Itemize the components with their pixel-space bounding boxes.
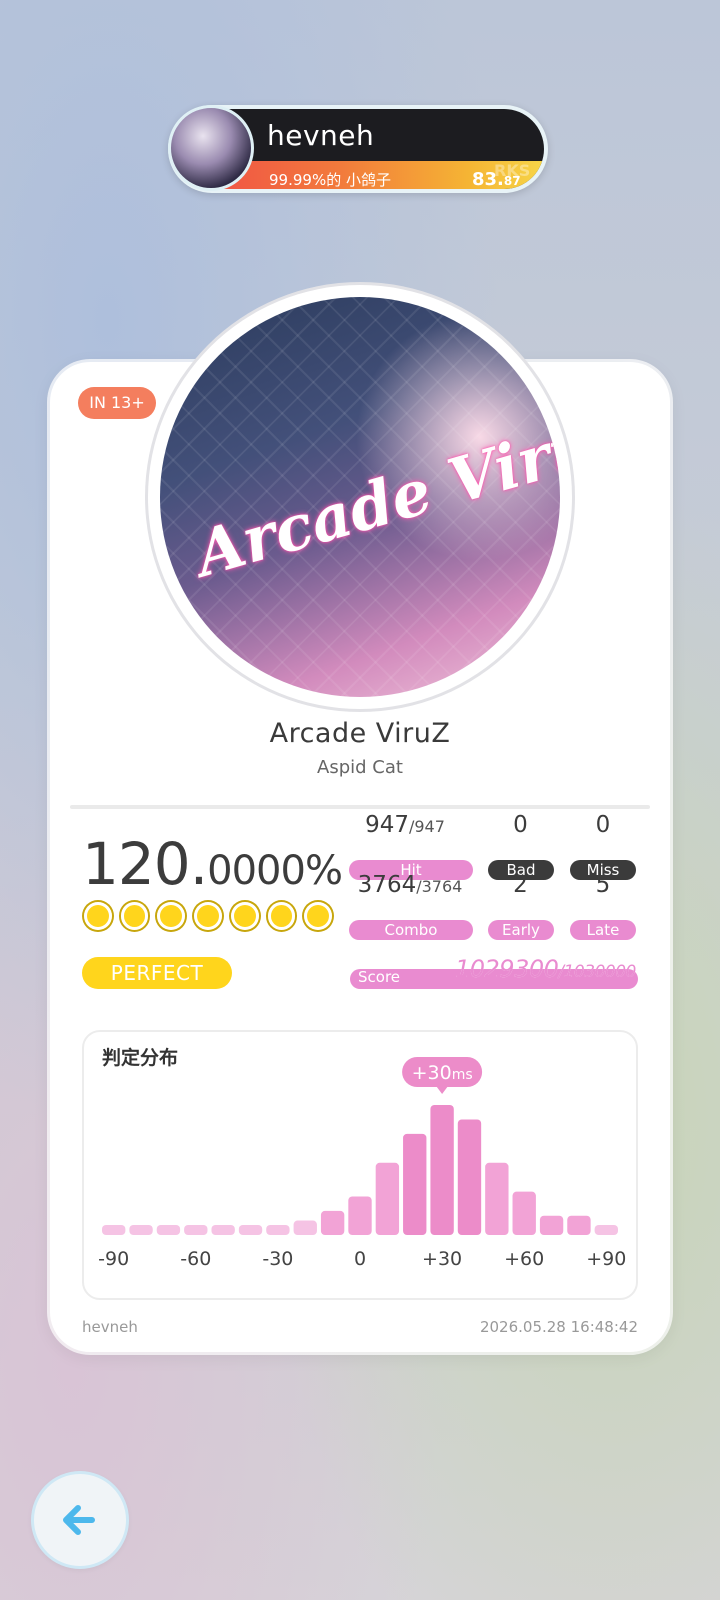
chart-bar — [184, 1225, 208, 1235]
player-card[interactable]: hevneh 99.99%的 小鸽子 RKS 83.87 — [168, 105, 548, 193]
chart-bar — [539, 1215, 564, 1235]
score-value: 1029300 — [455, 955, 559, 983]
chart-bar — [375, 1162, 400, 1235]
score: 1029300/1030000 — [455, 955, 636, 983]
late-label: Late — [570, 920, 636, 940]
hit-value: 947 — [365, 812, 409, 838]
song-artist: Aspid Cat — [317, 757, 403, 778]
chart-bar — [485, 1162, 509, 1235]
x-tick-label: 0 — [354, 1248, 366, 1270]
x-tick-label: -90 — [98, 1248, 129, 1270]
score-label: Score — [358, 968, 401, 986]
early-label: Early — [488, 920, 554, 940]
miss-count: 0 — [595, 812, 611, 838]
combo-total: /3764 — [416, 877, 463, 896]
chart-bar — [320, 1210, 345, 1235]
peak-label: +30ms — [402, 1057, 483, 1094]
late-count: 5 — [595, 872, 611, 898]
combo-value: 3764 — [357, 872, 417, 898]
x-tick-label: +60 — [504, 1248, 544, 1270]
x-tick-label: -30 — [262, 1248, 293, 1270]
avatar[interactable] — [168, 105, 254, 191]
back-button[interactable] — [34, 1474, 126, 1566]
star-icon — [157, 902, 186, 930]
level-badge: IN 13+ — [78, 387, 156, 419]
footer-timestamp: 2026.05.28 16:48:42 — [479, 1318, 638, 1336]
hit-total: /947 — [408, 817, 445, 836]
accuracy: 120.0000% — [82, 830, 343, 898]
arrow-left-icon — [63, 1505, 95, 1535]
chart-bar — [211, 1225, 235, 1235]
chart-bar — [156, 1225, 181, 1235]
x-tick-label: +30 — [422, 1248, 462, 1270]
chart-bar — [129, 1225, 153, 1235]
hit-count: 947/947 — [350, 812, 460, 838]
chart-bar — [238, 1225, 263, 1235]
peak-label-pointer — [436, 1086, 449, 1094]
chart-bar — [348, 1196, 372, 1235]
star-icon — [84, 902, 112, 930]
footer-username: hevneh — [82, 1318, 138, 1336]
star-icon — [194, 902, 222, 930]
chart-bar — [266, 1225, 290, 1235]
score-max: /1030000 — [558, 962, 636, 982]
chart-bar — [430, 1105, 454, 1235]
chart-bar — [293, 1220, 317, 1235]
song-title: Arcade ViruZ — [269, 718, 451, 749]
rks-value: 83.87 — [472, 169, 521, 189]
combo-count: 3764/3764 — [350, 872, 470, 898]
chart-bar — [102, 1225, 126, 1235]
star-icon — [304, 902, 333, 930]
bad-count: 0 — [513, 812, 528, 838]
rank-badge: PERFECT — [82, 957, 232, 989]
divider — [70, 805, 650, 809]
player-name: hevneh — [267, 119, 375, 152]
chart-bar — [403, 1133, 427, 1235]
song-cover: Arcade ViruZ — [160, 297, 560, 697]
x-tick-label: +90 — [586, 1248, 626, 1270]
early-count: 2 — [513, 872, 528, 898]
accuracy-dec: 0000% — [207, 848, 343, 894]
star-icon — [230, 902, 259, 930]
rks-dec: 87 — [503, 174, 521, 188]
player-title: 99.99%的 小鸽子 — [269, 171, 391, 189]
chart-bar — [512, 1191, 536, 1235]
combo-label: Combo — [349, 920, 473, 940]
accuracy-int: 120. — [82, 830, 208, 898]
star-icon — [267, 902, 296, 930]
judgement-distribution-chart: -90 -60 -30 0 +30 +60 +90 +30ms — [98, 1057, 626, 1270]
star-icon — [120, 902, 149, 930]
star-row — [84, 902, 333, 932]
chart-bar — [594, 1225, 618, 1235]
chart-bar — [457, 1119, 482, 1235]
chart-bar — [567, 1215, 591, 1235]
x-tick-label: -60 — [180, 1248, 211, 1270]
rks-int: 83. — [472, 169, 504, 189]
